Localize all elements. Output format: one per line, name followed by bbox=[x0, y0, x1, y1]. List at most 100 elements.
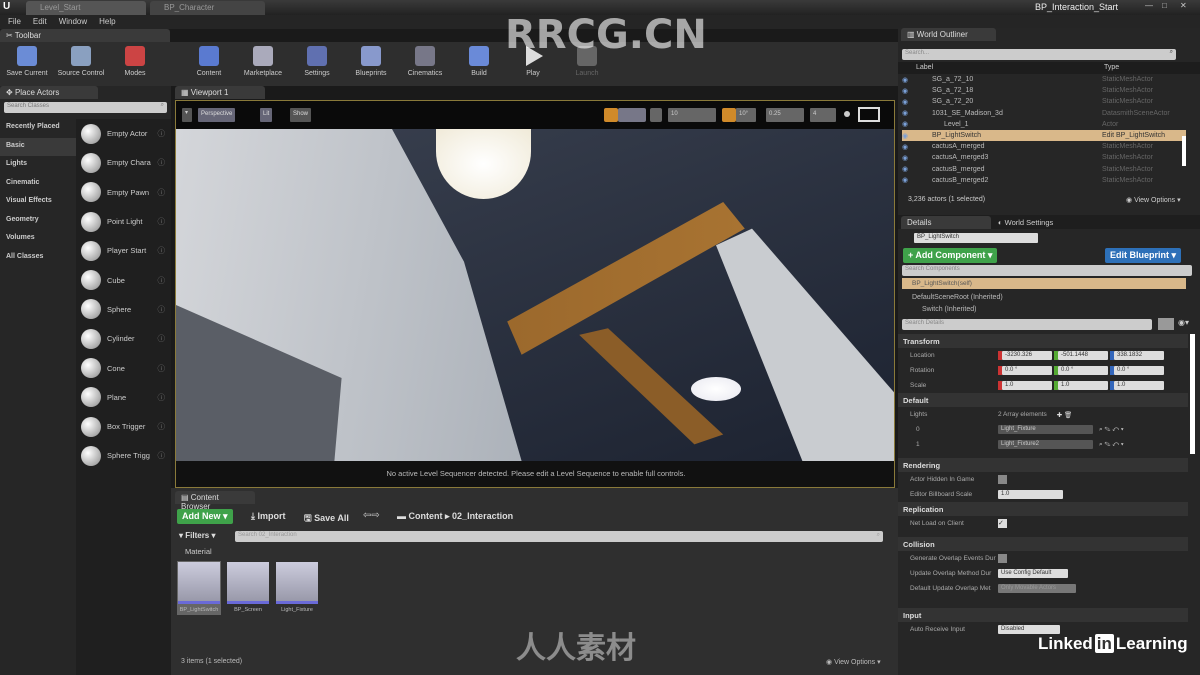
content-button[interactable]: Content bbox=[182, 42, 236, 86]
menu-file[interactable]: File bbox=[8, 17, 21, 27]
component-switch[interactable]: Switch (Inherited) bbox=[922, 306, 976, 313]
modes-button[interactable]: Modes bbox=[108, 42, 162, 86]
location-x-input[interactable]: -3230.326 bbox=[1002, 351, 1052, 360]
outliner-row[interactable]: ◉ cactusB_merged StaticMeshActor bbox=[902, 164, 1186, 175]
actor-item-plane[interactable]: Plane ⓘ bbox=[76, 383, 171, 412]
tab-content-browser[interactable]: ▤ Content Browser bbox=[175, 491, 255, 511]
viewport[interactable]: ▾ Perspective Lit Show 10 10° 0.25 4 No … bbox=[175, 100, 895, 488]
add-element-icon[interactable]: ✚ 🗑 bbox=[1057, 411, 1073, 419]
rotation-snap-icon[interactable] bbox=[722, 108, 736, 122]
translate-mode-icon[interactable] bbox=[604, 108, 618, 122]
viewport-menu-button[interactable]: ▾ bbox=[182, 108, 192, 122]
browse-icon[interactable]: ⌕ ✎ ↶ ▾ bbox=[1099, 441, 1124, 449]
tab-details[interactable]: Details bbox=[901, 216, 991, 229]
actor-item-cylinder[interactable]: Cylinder ⓘ bbox=[76, 324, 171, 353]
edit-blueprint-button[interactable]: Edit Blueprint ▾ bbox=[1105, 248, 1182, 263]
scale-x-input[interactable]: 1.0 bbox=[1002, 381, 1052, 390]
actor-item-empty-actor[interactable]: Empty Actor ⓘ bbox=[76, 119, 171, 148]
location-y-input[interactable]: -501.1448 bbox=[1058, 351, 1108, 360]
category-basic[interactable]: Basic bbox=[0, 137, 76, 156]
import-button[interactable]: ⤓ Import bbox=[251, 511, 285, 522]
category-all-classes[interactable]: All Classes bbox=[0, 249, 76, 268]
maximize-viewport-icon[interactable] bbox=[844, 111, 850, 117]
outliner-row[interactable]: ◉ cactusA_merged3 StaticMeshActor bbox=[902, 152, 1186, 163]
close-button[interactable]: ✕ bbox=[1180, 1, 1187, 10]
light-fixture-select[interactable]: Light_Fixture2 bbox=[998, 440, 1093, 449]
rotation-snap-value[interactable]: 10° bbox=[736, 108, 756, 122]
breadcrumb-content[interactable]: Content bbox=[409, 511, 443, 521]
visibility-eye-icon[interactable]: ◉ bbox=[902, 120, 932, 128]
location-z-input[interactable]: 338.1832 bbox=[1114, 351, 1164, 360]
asset-light-fixture[interactable]: Light_Fixture bbox=[275, 561, 319, 615]
menu-window[interactable]: Window bbox=[59, 17, 87, 27]
actor-item-point-light[interactable]: Point Light ⓘ bbox=[76, 207, 171, 236]
type-column-header[interactable]: Type bbox=[1104, 64, 1119, 72]
category-geometry[interactable]: Geometry bbox=[0, 212, 76, 231]
menu-edit[interactable]: Edit bbox=[33, 17, 47, 27]
show-button[interactable]: Show bbox=[290, 108, 312, 122]
actor-item-empty-chara[interactable]: Empty Chara ⓘ bbox=[76, 148, 171, 177]
world-local-icon[interactable] bbox=[650, 108, 662, 122]
light-fixture-select[interactable]: Light_Fixture bbox=[998, 425, 1093, 434]
transform-section[interactable]: Transform bbox=[898, 334, 1188, 348]
build-button[interactable]: Build bbox=[452, 42, 506, 86]
visibility-eye-icon[interactable]: ◉ bbox=[902, 98, 932, 106]
save-current-button[interactable]: Save Current bbox=[0, 42, 54, 86]
tab-place-actors[interactable]: ✥ Place Actors bbox=[0, 86, 98, 99]
perspective-button[interactable]: Perspective bbox=[198, 108, 236, 122]
outliner-search-input[interactable]: Search... ⌕ bbox=[902, 49, 1176, 60]
blueprints-button[interactable]: Blueprints bbox=[344, 42, 398, 86]
outliner-scrollbar[interactable] bbox=[1182, 136, 1186, 166]
actor-name-input[interactable]: BP_LightSwitch bbox=[914, 233, 1038, 243]
label-column-header[interactable]: Label bbox=[916, 64, 1104, 72]
outliner-row-type[interactable]: Edit BP_LightSwitch bbox=[1102, 132, 1165, 139]
visibility-eye-icon[interactable]: ◉ bbox=[902, 109, 932, 117]
visibility-eye-icon[interactable]: ◉ bbox=[902, 176, 932, 184]
source-control-button[interactable]: Source Control bbox=[54, 42, 108, 86]
visibility-eye-icon[interactable]: ◉ bbox=[902, 76, 932, 84]
breadcrumb-02-interaction[interactable]: 02_Interaction bbox=[452, 511, 513, 521]
menu-help[interactable]: Help bbox=[99, 17, 115, 27]
rotation-x-input[interactable]: 0.0 ° bbox=[1002, 366, 1052, 375]
tab-world-outliner[interactable]: ▥ World Outliner bbox=[901, 28, 996, 41]
category-cinematic[interactable]: Cinematic bbox=[0, 175, 76, 194]
minimize-button[interactable]: — bbox=[1145, 1, 1153, 10]
tab-level[interactable]: Level_Start bbox=[26, 1, 146, 15]
collision-section[interactable]: Collision bbox=[898, 537, 1188, 551]
net-load-checkbox[interactable]: ✓ bbox=[998, 519, 1007, 528]
rotation-z-input[interactable]: 0.0 ° bbox=[1114, 366, 1164, 375]
visibility-eye-icon[interactable]: ◉ bbox=[902, 165, 932, 173]
search-details-input[interactable]: Search Details bbox=[902, 319, 1152, 330]
component-self[interactable]: BP_LightSwitch(self) bbox=[902, 278, 1186, 289]
tab-viewport[interactable]: ▦ Viewport 1 bbox=[175, 86, 265, 99]
asset-bp-screen[interactable]: BP_Screen bbox=[226, 561, 270, 615]
generate-overlap-checkbox[interactable] bbox=[998, 554, 1007, 563]
actor-hidden-checkbox[interactable] bbox=[998, 475, 1007, 484]
add-new-button[interactable]: Add New ▾ bbox=[177, 509, 233, 524]
tab-toolbar[interactable]: ✂ Toolbar bbox=[0, 29, 170, 42]
default-update-overlap-select[interactable]: Only Movable Actors bbox=[998, 584, 1076, 593]
camera-speed-button[interactable]: 4 bbox=[810, 108, 836, 122]
search-classes-input[interactable]: Search Classes ⌕ bbox=[4, 102, 167, 113]
asset-search-input[interactable]: Search 02_Interaction ⌕ bbox=[235, 531, 883, 542]
visibility-eye-icon[interactable]: ◉ bbox=[902, 154, 932, 162]
outliner-row[interactable]: ◉ 1031_SE_Madison_3d DatasmithSceneActor bbox=[902, 108, 1186, 119]
replication-section[interactable]: Replication bbox=[898, 502, 1188, 516]
actor-item-box-trigger[interactable]: Box Trigger ⓘ bbox=[76, 412, 171, 441]
default-section[interactable]: Default bbox=[898, 393, 1188, 407]
scale-y-input[interactable]: 1.0 bbox=[1058, 381, 1108, 390]
tab-world-settings[interactable]: ◐ World Settings bbox=[998, 218, 1053, 227]
scale-snap-button[interactable]: 0.25 bbox=[766, 108, 804, 122]
content-view-options[interactable]: ◉ View Options ▾ bbox=[826, 658, 881, 666]
billboard-scale-input[interactable]: 1.0 bbox=[998, 490, 1063, 499]
outliner-row[interactable]: ◉ cactusA_merged StaticMeshActor bbox=[902, 141, 1186, 152]
cinematics-button[interactable]: Cinematics bbox=[398, 42, 452, 86]
history-arrows[interactable]: ⇦⇨ bbox=[363, 510, 380, 521]
settings-button[interactable]: Settings bbox=[290, 42, 344, 86]
outliner-row[interactable]: ◉ SG_a_72_10 StaticMeshActor bbox=[902, 74, 1186, 85]
category-recently-placed[interactable]: Recently Placed bbox=[0, 119, 76, 138]
property-matrix-button[interactable] bbox=[1158, 318, 1174, 330]
actor-item-sphere[interactable]: Sphere ⓘ bbox=[76, 295, 171, 324]
outliner-row[interactable]: ◉ BP_LightSwitch Edit BP_LightSwitch bbox=[902, 129, 1186, 142]
save-all-button[interactable]: 🖫 Save All bbox=[304, 511, 349, 527]
